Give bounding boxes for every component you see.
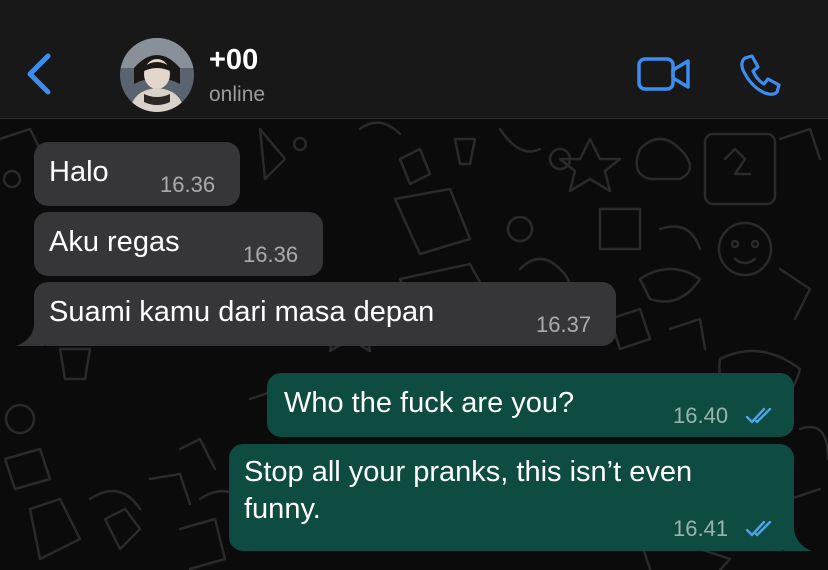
message-incoming[interactable]: Halo 16.36 [34, 142, 240, 206]
message-outgoing[interactable]: Who the fuck are you? 16.40 [267, 373, 794, 437]
read-receipt-icon [745, 520, 772, 537]
avatar-photo [120, 38, 194, 112]
read-receipt-icon [745, 407, 772, 424]
message-text-line-1: Stop all your pranks, this isn’t even [244, 456, 693, 488]
video-call-button[interactable] [636, 54, 692, 94]
message-time: 16.37 [536, 312, 592, 337]
message-incoming[interactable]: Suami kamu dari masa depan 16.37 [34, 282, 616, 346]
message-text: Aku regas [49, 226, 180, 258]
message-time: 16.36 [160, 172, 216, 197]
chevron-left-icon [27, 53, 51, 95]
video-camera-icon [637, 57, 690, 91]
back-button[interactable] [22, 50, 58, 98]
message-text: Suami kamu dari masa depan [49, 296, 435, 328]
chat-header: +00 online [0, 0, 828, 119]
chat-area[interactable]: Halo 16.36 Aku regas 16.36 Suami kamu da… [0, 119, 828, 570]
phone-icon [740, 54, 781, 96]
message-text-line-2: funny. [244, 493, 321, 525]
message-outgoing[interactable]: Stop all your pranks, this isn’t even fu… [229, 444, 794, 551]
message-time: 16.40 [673, 403, 729, 428]
contact-name[interactable]: +00 [209, 44, 258, 77]
message-text: Halo [49, 156, 109, 188]
message-time: 16.36 [243, 242, 299, 267]
message-text: Who the fuck are you? [284, 387, 575, 419]
message-incoming[interactable]: Aku regas 16.36 [34, 212, 323, 276]
message-time: 16.41 [673, 516, 729, 541]
voice-call-button[interactable] [737, 52, 783, 98]
avatar[interactable] [120, 38, 194, 112]
bubble-tail [784, 529, 812, 551]
contact-status: online [209, 83, 266, 106]
